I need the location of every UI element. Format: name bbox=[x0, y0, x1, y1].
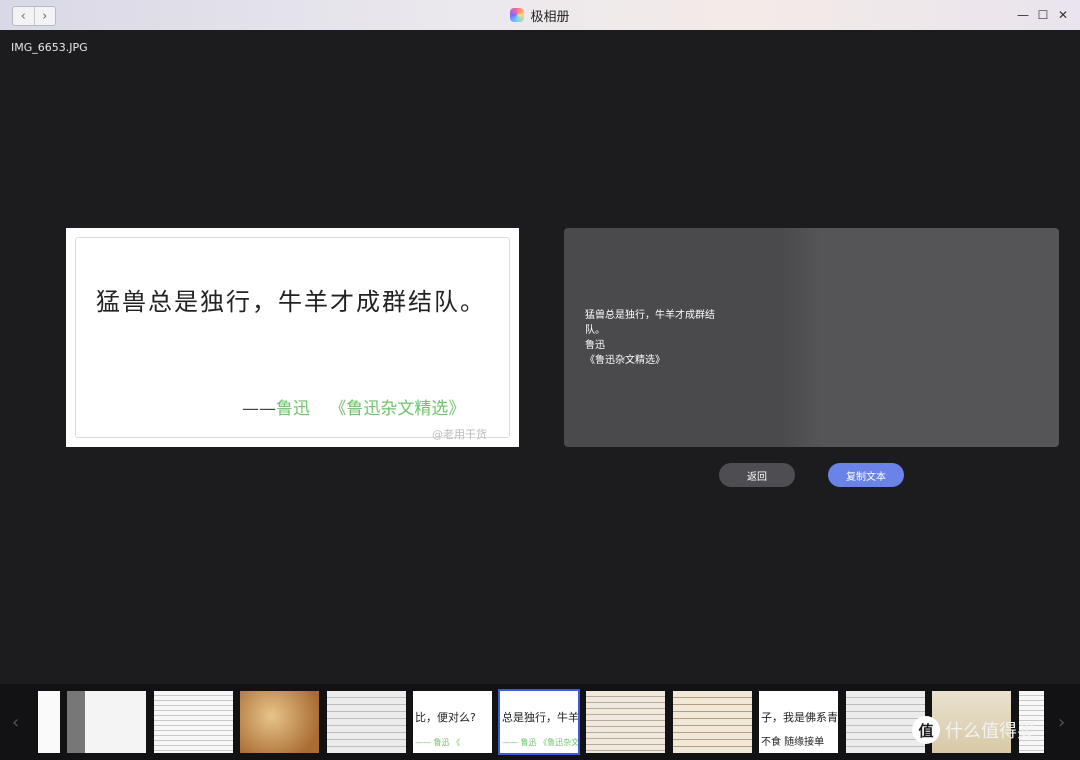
app-title-label: 极相册 bbox=[530, 9, 570, 25]
ocr-result-text[interactable]: 猛兽总是独行，牛羊才成群结 队。 鲁迅 《鲁迅杂文精选》 bbox=[585, 308, 715, 368]
thumbnail[interactable] bbox=[38, 691, 60, 753]
thumbnail-text: 子，我是佛系青 bbox=[761, 711, 838, 724]
filmstrip-prev-icon[interactable]: ‹ bbox=[12, 712, 19, 733]
photo-watermark: @老用干货 bbox=[432, 428, 487, 441]
photo-quote: 猛兽总是独行，牛羊才成群结队。 bbox=[96, 288, 486, 316]
thumbnail-selected[interactable]: 总是独行，牛羊才成 —— 鲁迅 《鲁迅杂文 bbox=[498, 689, 580, 755]
attribution-author: 鲁迅 bbox=[276, 399, 310, 419]
thumbnail[interactable] bbox=[240, 691, 319, 753]
thumbnail-subtext: 不食 随缘接单 bbox=[761, 737, 825, 748]
site-watermark-text: 什么值得买 bbox=[945, 721, 1035, 742]
app-title: 极相册 bbox=[0, 0, 1080, 30]
site-watermark-badge: 值 bbox=[912, 716, 940, 744]
photo-attribution: ——鲁迅 《鲁迅杂文精选》 bbox=[242, 394, 465, 419]
thumbnail-text: 总是独行，牛羊才成 bbox=[502, 711, 578, 724]
attribution-book: 《鲁迅杂文精选》 bbox=[329, 399, 466, 419]
ocr-result-panel: 猛兽总是独行，牛羊才成群结 队。 鲁迅 《鲁迅杂文精选》 bbox=[564, 228, 1059, 447]
title-bar: ‹ › 极相册 — ☐ ✕ bbox=[0, 0, 1080, 30]
photo-preview: 猛兽总是独行，牛羊才成群结队。 ——鲁迅 《鲁迅杂文精选》 @老用干货 bbox=[66, 228, 519, 447]
thumbnail-subtext: —— 鲁迅 《 bbox=[415, 738, 461, 747]
copy-text-button[interactable]: 复制文本 bbox=[828, 463, 904, 487]
thumbnail[interactable] bbox=[673, 691, 752, 753]
file-name: IMG_6653.JPG bbox=[11, 41, 88, 54]
thumbnail[interactable]: 比，便对么? —— 鲁迅 《 bbox=[413, 691, 492, 753]
thumbnail[interactable] bbox=[586, 691, 665, 753]
back-button[interactable]: 返回 bbox=[719, 463, 795, 487]
attribution-dash: —— bbox=[242, 399, 276, 419]
site-watermark: 值 什么值得买 bbox=[912, 716, 1035, 744]
thumbnail[interactable] bbox=[154, 691, 233, 753]
thumbnail[interactable] bbox=[327, 691, 406, 753]
thumbnail[interactable]: 子，我是佛系青 不食 随缘接单 bbox=[759, 691, 838, 753]
thumbnail-text: 比，便对么? bbox=[415, 711, 476, 724]
thumbnail-subtext: —— 鲁迅 《鲁迅杂文 bbox=[502, 738, 578, 747]
minimize-icon[interactable]: — bbox=[1016, 8, 1030, 22]
app-logo-icon bbox=[510, 8, 525, 22]
close-icon[interactable]: ✕ bbox=[1056, 8, 1070, 22]
filmstrip-next-icon[interactable]: › bbox=[1058, 712, 1065, 733]
maximize-icon[interactable]: ☐ bbox=[1036, 8, 1050, 22]
thumbnail[interactable] bbox=[67, 691, 146, 753]
